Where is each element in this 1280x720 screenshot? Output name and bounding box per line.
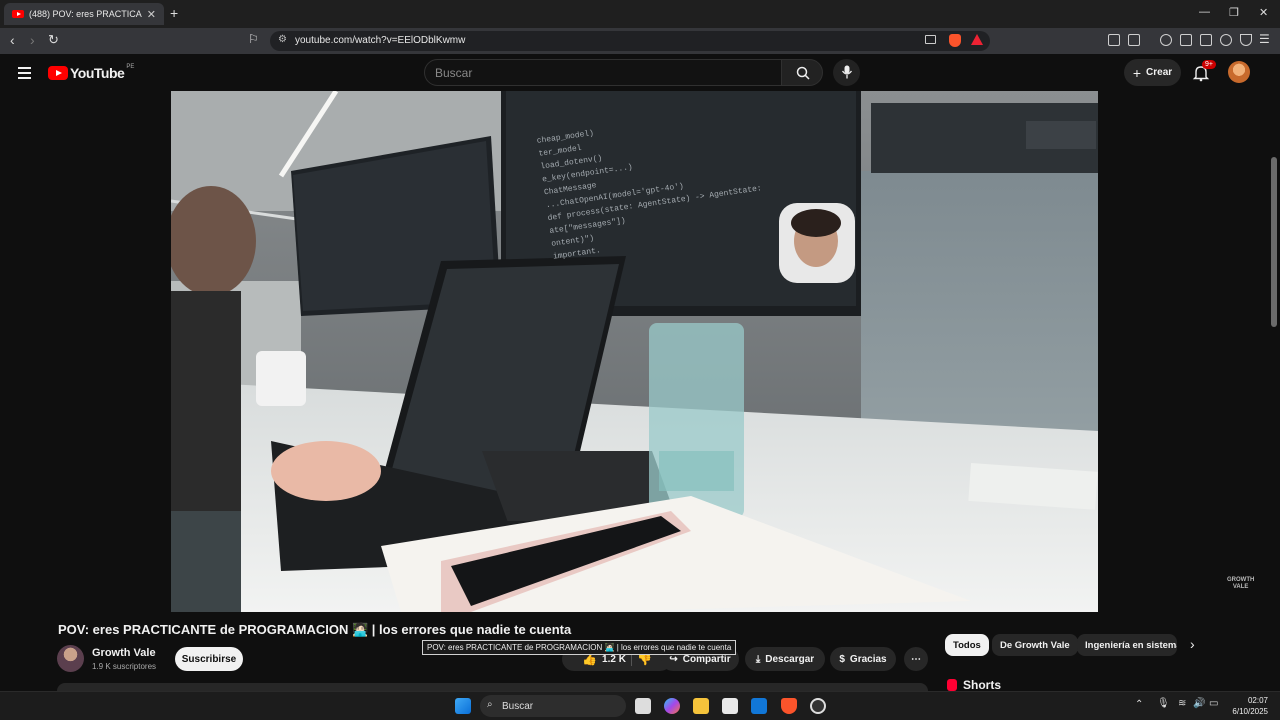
page-scrollbar[interactable] (1271, 157, 1277, 327)
bookmark-icon[interactable]: ⚐ (248, 32, 259, 46)
share-icon: ↪ (669, 653, 678, 665)
chip-all[interactable]: Todos (945, 634, 989, 656)
wallet-icon[interactable] (1200, 34, 1212, 46)
brave-shields-icon[interactable] (949, 34, 961, 47)
clock-date: 6/10/2025 (1232, 707, 1268, 716)
chip-from-channel[interactable]: De Growth Vale (992, 634, 1078, 656)
leo-ai-icon[interactable] (1220, 34, 1232, 46)
chips-next-icon[interactable]: › (1190, 636, 1195, 652)
brave-rewards-icon[interactable] (971, 34, 983, 45)
search-input[interactable] (435, 66, 765, 80)
search-icon (796, 66, 810, 80)
chip-systems-engineering[interactable]: Ingeniería en sistema (1077, 634, 1177, 656)
plus-icon: + (1132, 64, 1142, 81)
thanks-icon: $ (839, 653, 845, 665)
account-avatar[interactable] (1228, 61, 1250, 83)
download-icon: ⤓ (755, 653, 761, 665)
thanks-label: Gracias (849, 653, 887, 665)
share-label: Compartir (682, 653, 731, 665)
battery-icon[interactable]: ▭ (1209, 698, 1218, 709)
download-button[interactable]: ⤓ Descargar (745, 647, 825, 671)
search-box[interactable] (424, 59, 782, 86)
back-icon[interactable]: ‹ (10, 32, 15, 48)
youtube-play-icon (48, 66, 68, 80)
like-count: 1.2 K (602, 653, 626, 665)
forward-icon[interactable]: › (30, 32, 35, 48)
file-explorer-icon[interactable] (693, 698, 709, 714)
channel-avatar[interactable] (57, 645, 84, 672)
country-code: PE (126, 64, 135, 70)
url-bar[interactable]: ⚙ youtube.com/watch?v=EElODblKwmw (270, 31, 990, 51)
site-info-icon[interactable]: ⚙ (278, 34, 287, 45)
thanks-button[interactable]: $ Gracias (830, 647, 896, 671)
new-tab-icon[interactable]: + (170, 5, 178, 21)
github-desktop-icon[interactable] (810, 698, 826, 714)
volume-icon[interactable]: 🔊 (1193, 698, 1205, 709)
wifi-icon[interactable]: ≋ (1178, 698, 1186, 709)
windows-taskbar: ⌕ Buscar ⌃ 🎙 ≋ 🔊 ▭ 02:07 6/10/2025 (0, 691, 1280, 720)
sidebar-icon[interactable] (1180, 34, 1192, 46)
windows-start-icon[interactable] (455, 698, 471, 714)
cast-icon[interactable] (925, 35, 936, 44)
notifications-badge: 9+ (1202, 60, 1216, 69)
youtube-logo-text: YouTube (70, 65, 125, 81)
create-button[interactable]: + Crear (1124, 59, 1181, 86)
screenshot-icon[interactable] (1128, 34, 1140, 46)
browser-menu-icon[interactable]: ☰ (1259, 32, 1270, 46)
guide-menu-icon[interactable] (18, 67, 31, 82)
shorts-label: Shorts (963, 678, 1002, 692)
clock-time: 02:07 (1247, 696, 1268, 705)
taskbar-search[interactable]: ⌕ Buscar (480, 695, 626, 717)
microsoft-store-icon[interactable] (722, 698, 738, 714)
taskbar-search-icon: ⌕ (487, 699, 493, 710)
subscribe-button[interactable]: Suscribirse (175, 647, 243, 671)
brave-browser-icon[interactable] (781, 698, 797, 714)
search-button[interactable] (781, 59, 823, 86)
close-window-icon[interactable]: ✕ (1259, 6, 1268, 19)
taskbar-search-label: Buscar (502, 700, 534, 712)
shorts-icon (947, 679, 957, 691)
url-text: youtube.com/watch?v=EElODblKwmw (295, 35, 466, 46)
tray-overflow-icon[interactable]: ⌃ (1135, 699, 1143, 710)
create-label: Crear (1146, 67, 1173, 78)
youtube-favicon-icon (12, 10, 24, 18)
media-icon[interactable] (1160, 34, 1172, 46)
more-icon: ⋯ (911, 653, 921, 665)
watermark-line: VALE (1232, 584, 1249, 590)
tab-title: (488) POV: eres PRACTICANTE (29, 9, 142, 19)
youtube-header: YouTube PE + Crear 9+ (0, 54, 1280, 91)
tray-mic-icon[interactable]: 🎙 (1157, 698, 1170, 709)
reload-icon[interactable]: ↻ (48, 32, 59, 48)
video-player-area: cheap_model) ter_model load_dotenv() e_k… (0, 91, 1280, 612)
more-actions-button[interactable]: ⋯ (904, 647, 928, 671)
watermark-line: GROWTH (1227, 577, 1255, 583)
minimize-icon[interactable]: — (1199, 6, 1210, 18)
browser-tab-strip: (488) POV: eres PRACTICANTE ✕ + — ❐ ✕ (0, 0, 1280, 28)
video-title: POV: eres PRACTICANTE de PROGRAMACION 🧑🏻… (58, 622, 572, 637)
copilot-icon[interactable] (664, 698, 680, 714)
close-tab-icon[interactable]: ✕ (147, 8, 156, 21)
task-view-icon[interactable] (635, 698, 651, 714)
taskbar-clock[interactable]: 02:07 6/10/2025 (1226, 695, 1268, 717)
youtube-logo[interactable]: YouTube PE (48, 64, 135, 81)
download-label: Descargar (765, 653, 815, 665)
voice-search-button[interactable] (833, 59, 860, 86)
subscriber-count: 1.9 K suscriptores (92, 662, 157, 671)
shorts-section-header: Shorts (947, 678, 1001, 692)
maximize-icon[interactable]: ❐ (1229, 6, 1239, 19)
video-player[interactable]: cheap_model) ter_model load_dotenv() e_k… (171, 91, 1098, 612)
description-box[interactable] (57, 683, 928, 691)
channel-watermark[interactable]: GROWTH VALE (1227, 577, 1254, 591)
microphone-icon (841, 65, 853, 79)
browser-tab[interactable]: (488) POV: eres PRACTICANTE ✕ (4, 3, 164, 25)
vpn-icon[interactable] (1240, 34, 1252, 46)
extensions-icon[interactable] (1108, 34, 1120, 46)
address-bar-row: ‹ › ↻ ⚐ ⚙ youtube.com/watch?v=EElODblKwm… (0, 28, 1280, 54)
outlook-icon[interactable] (751, 698, 767, 714)
channel-name[interactable]: Growth Vale (92, 647, 156, 659)
title-tooltip: POV: eres PRACTICANTE de PROGRAMACION 🧑🏻… (422, 640, 737, 655)
